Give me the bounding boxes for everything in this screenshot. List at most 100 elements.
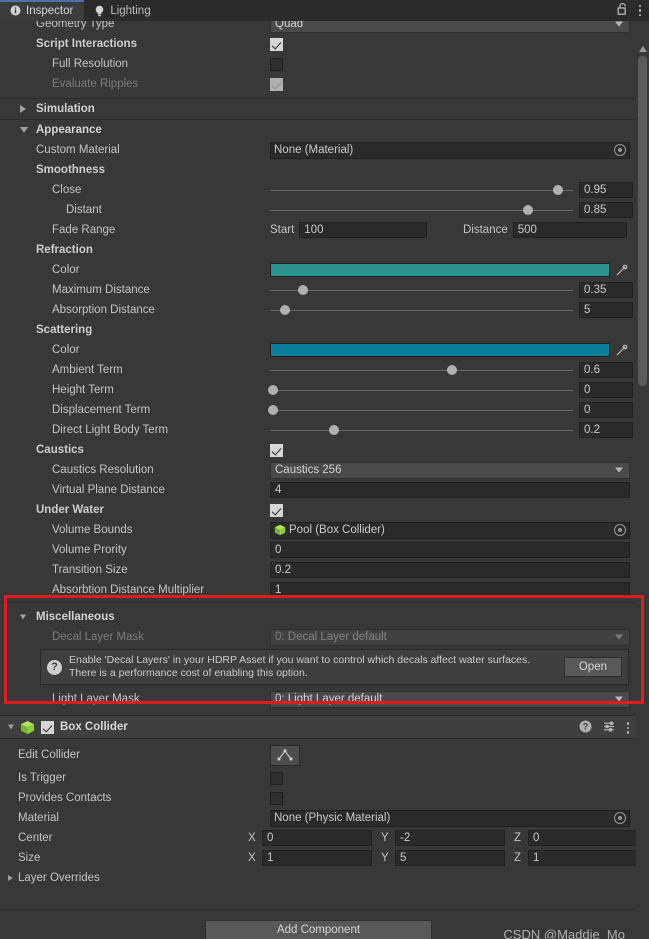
- tab-inspector-label: Inspector: [26, 4, 74, 17]
- scrollbar-thumb[interactable]: [638, 56, 647, 386]
- size-z-input[interactable]: 1: [528, 850, 638, 866]
- row-light-layer-mask: Light Layer Mask 0: Light Layer default: [0, 689, 637, 709]
- size-y-input[interactable]: 5: [395, 850, 505, 866]
- provides-contacts-checkbox[interactable]: [270, 791, 283, 805]
- is-trigger-checkbox[interactable]: [270, 771, 283, 785]
- chevron-down-icon: [615, 634, 623, 640]
- smoothness-close-slider[interactable]: [270, 182, 573, 198]
- foldout-appearance[interactable]: Appearance: [0, 120, 637, 140]
- foldout-miscellaneous[interactable]: Miscellaneous: [0, 607, 637, 627]
- full-resolution-checkbox[interactable]: [270, 57, 283, 71]
- decal-layer-mask-value: 0: Decal Layer default: [275, 631, 387, 643]
- physic-material-object-field[interactable]: None (Physic Material): [270, 809, 630, 827]
- height-term-slider[interactable]: [268, 382, 573, 398]
- volume-priority-input[interactable]: 0: [270, 542, 630, 558]
- fade-range-distance-input[interactable]: 500: [512, 222, 627, 238]
- edit-collider-button[interactable]: [270, 744, 300, 766]
- vertical-scrollbar[interactable]: [636, 42, 649, 939]
- smoothness-distant-value[interactable]: 0.85: [579, 202, 633, 218]
- direct-light-body-term-value[interactable]: 0.2: [579, 422, 633, 438]
- scattering-color-swatch[interactable]: [270, 343, 610, 357]
- row-direct-light-body-term: Direct Light Body Term 0.2: [0, 420, 637, 440]
- custom-material-object-field[interactable]: None (Material): [270, 141, 630, 159]
- eyedropper-icon[interactable]: [613, 344, 629, 357]
- row-absorption-distance: Absorption Distance 5: [0, 300, 637, 320]
- ambient-term-value[interactable]: 0.6: [579, 362, 633, 378]
- chevron-right-icon: [8, 875, 13, 881]
- center-z-input[interactable]: 0: [528, 830, 638, 846]
- scroll-up-icon[interactable]: [638, 46, 647, 52]
- kebab-menu-icon[interactable]: [638, 4, 641, 17]
- maximum-distance-slider[interactable]: [270, 282, 573, 298]
- refraction-color-swatch[interactable]: [270, 263, 610, 277]
- info-icon: [9, 5, 21, 17]
- object-picker-icon[interactable]: [614, 524, 626, 536]
- displacement-term-slider[interactable]: [268, 402, 573, 418]
- inspector-content: Geometry Type Quad Script Interactions F…: [0, 21, 638, 888]
- smoothness-close-value[interactable]: 0.95: [579, 182, 633, 198]
- physic-material-value: None (Physic Material): [274, 812, 391, 824]
- row-virtual-plane-distance: Virtual Plane Distance 4: [0, 480, 637, 500]
- transition-size-input[interactable]: 0.2: [270, 562, 630, 578]
- chevron-down-icon: [615, 21, 623, 27]
- center-x-input[interactable]: 0: [262, 830, 372, 846]
- unlocked-padlock-icon[interactable]: [617, 2, 629, 19]
- object-picker-icon[interactable]: [614, 144, 626, 156]
- row-smoothness: Smoothness: [0, 160, 637, 180]
- maximum-distance-label: Maximum Distance: [52, 284, 150, 296]
- ambient-term-slider[interactable]: [270, 362, 573, 378]
- miscellaneous-label: Miscellaneous: [36, 611, 115, 623]
- fade-range-distance-label: Distance: [463, 224, 508, 236]
- row-smoothness-distant: Distant 0.85: [0, 200, 637, 220]
- foldout-layer-overrides[interactable]: Layer Overrides: [0, 868, 637, 888]
- preset-icon[interactable]: [603, 720, 616, 736]
- size-x-input[interactable]: 1: [262, 850, 372, 866]
- absorption-distance-value[interactable]: 5: [579, 302, 633, 318]
- smoothness-distant-slider[interactable]: [270, 202, 573, 218]
- open-hdrp-asset-button[interactable]: Open: [563, 657, 622, 677]
- geometry-type-dropdown[interactable]: Quad: [270, 21, 630, 33]
- row-physic-material: Material None (Physic Material): [0, 808, 637, 828]
- center-y-input[interactable]: -2: [395, 830, 505, 846]
- row-fade-range: Fade Range Start 100 Distance 500: [0, 220, 637, 240]
- fade-range-start-input[interactable]: 100: [299, 222, 428, 238]
- under-water-checkbox[interactable]: [270, 503, 283, 517]
- foldout-simulation[interactable]: Simulation: [0, 99, 637, 119]
- tab-lighting[interactable]: Lighting: [84, 0, 161, 21]
- direct-light-body-term-slider[interactable]: [270, 422, 573, 438]
- size-y-axis-label: Y: [381, 852, 389, 864]
- absorption-distance-slider[interactable]: [270, 302, 573, 318]
- center-x-axis-label: X: [248, 832, 256, 844]
- volume-bounds-object-field[interactable]: Pool (Box Collider): [270, 521, 630, 539]
- evaluate-ripples-label: Evaluate Ripples: [52, 78, 139, 90]
- box-collider-enabled-checkbox[interactable]: [41, 720, 54, 734]
- maximum-distance-value[interactable]: 0.35: [579, 282, 633, 298]
- script-interactions-checkbox[interactable]: [270, 37, 283, 51]
- kebab-menu-icon[interactable]: [626, 722, 629, 734]
- light-layer-mask-dropdown[interactable]: 0: Light Layer default: [270, 690, 630, 708]
- unity-inspector-window: Inspector Lighting Geometry Type Quad Sc…: [0, 0, 649, 939]
- fade-range-start-label: Start: [270, 224, 295, 236]
- virtual-plane-distance-input[interactable]: 4: [270, 482, 630, 498]
- help-icon[interactable]: ?: [579, 720, 592, 736]
- add-component-button[interactable]: Add Component: [205, 920, 432, 939]
- component-header-box-collider[interactable]: Box Collider ?: [0, 715, 637, 739]
- eyedropper-icon[interactable]: [613, 264, 629, 277]
- size-vector3: X 1 Y 5 Z 1: [248, 850, 638, 866]
- under-water-label: Under Water: [36, 504, 104, 516]
- edit-collider-label: Edit Collider: [18, 749, 80, 761]
- scattering-color-label: Color: [52, 344, 80, 356]
- virtual-plane-distance-label: Virtual Plane Distance: [52, 484, 165, 496]
- tab-bar-actions: [617, 0, 649, 21]
- absorption-multiplier-input[interactable]: 1: [270, 582, 630, 598]
- watermark: CSDN @Maddie_Mo: [503, 927, 625, 939]
- height-term-value[interactable]: 0: [579, 382, 633, 398]
- row-caustics: Caustics: [0, 440, 637, 460]
- smoothness-close-label: Close: [52, 184, 82, 196]
- displacement-term-value[interactable]: 0: [579, 402, 633, 418]
- green-cube-icon: [274, 524, 286, 536]
- object-picker-icon[interactable]: [614, 812, 626, 824]
- tab-inspector[interactable]: Inspector: [0, 0, 85, 21]
- caustics-resolution-dropdown[interactable]: Caustics 256: [270, 461, 630, 479]
- caustics-checkbox[interactable]: [270, 443, 283, 457]
